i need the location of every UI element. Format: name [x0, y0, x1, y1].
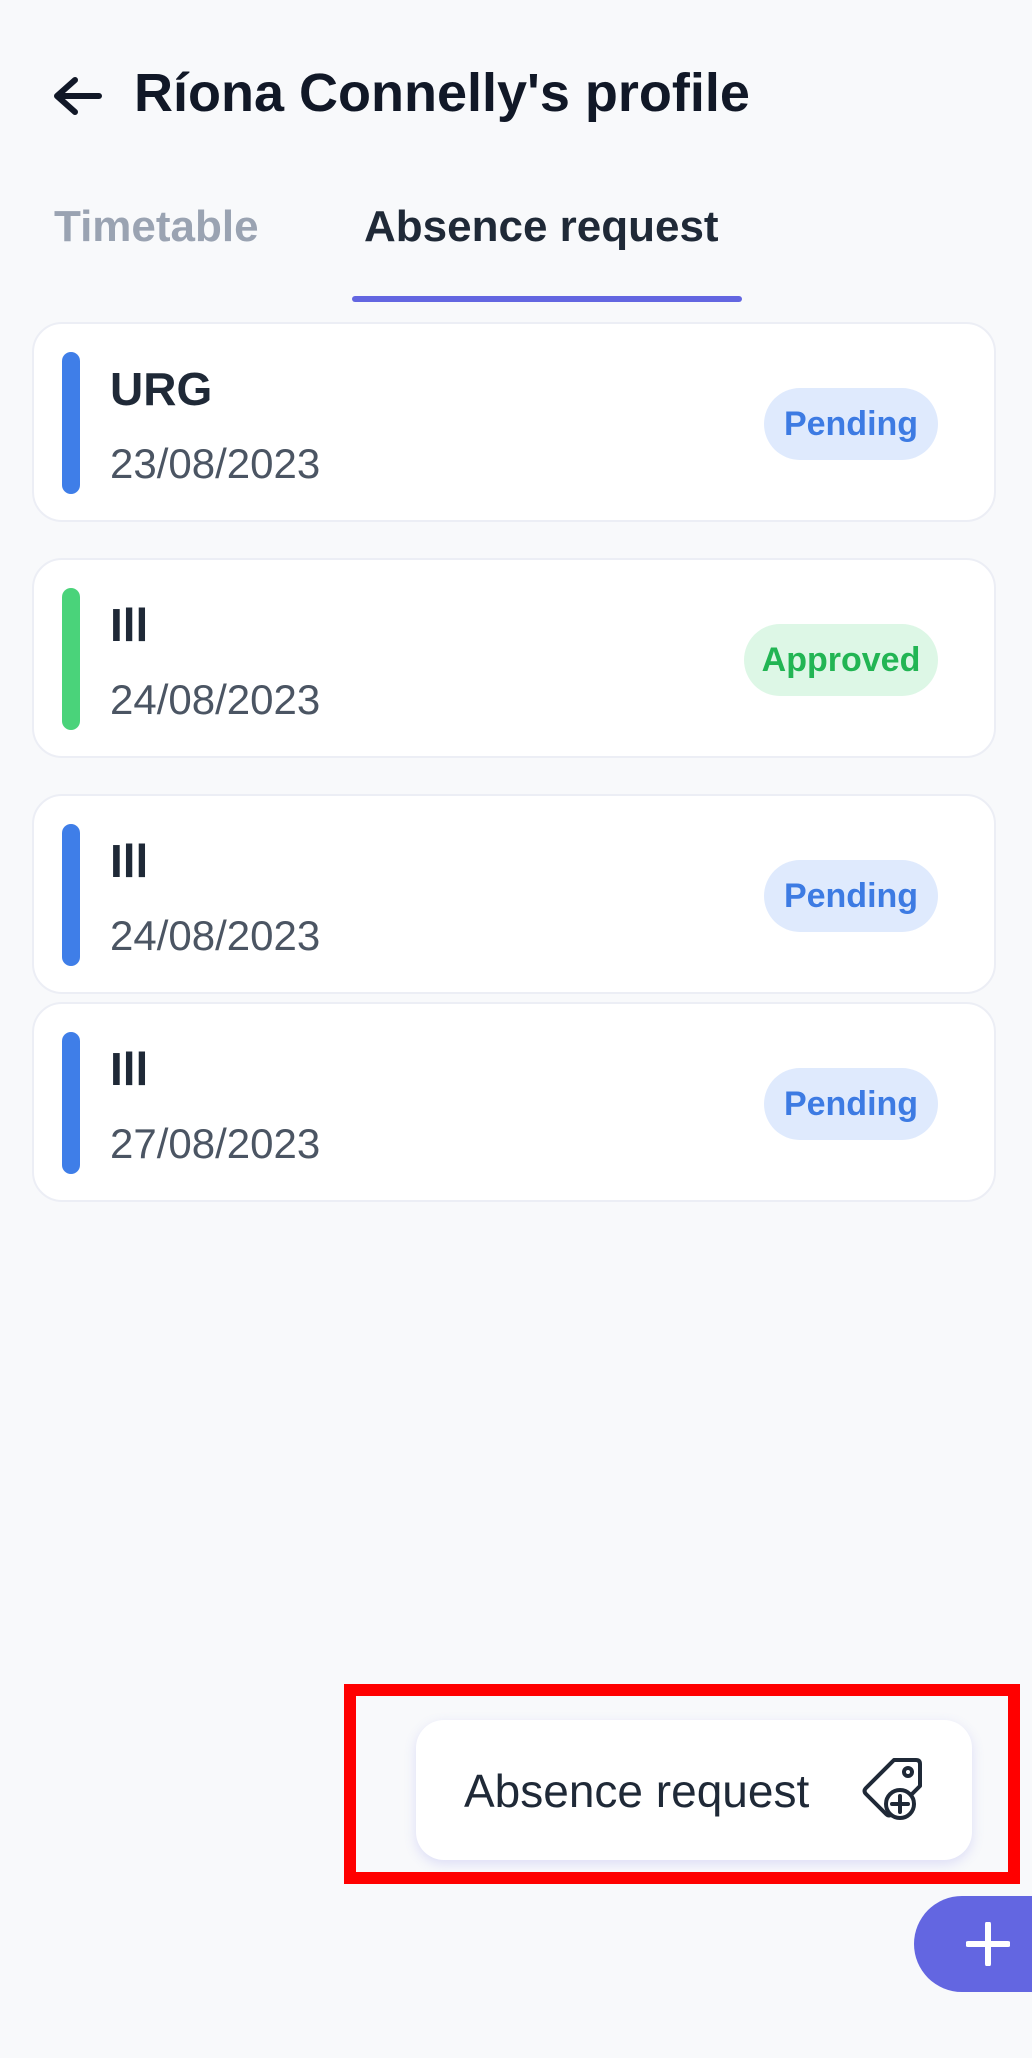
request-reason: Ill: [110, 835, 149, 887]
request-date: 24/08/2023: [110, 912, 321, 959]
absence-request-card[interactable]: Ill 24/08/2023 Approved: [32, 558, 996, 758]
absence-request-card[interactable]: URG 23/08/2023 Pending: [32, 322, 996, 522]
active-tab-indicator: [352, 296, 742, 302]
status-color-bar: [62, 824, 80, 966]
page-title: Ríona Connelly's profile: [134, 63, 750, 123]
plus-icon: [966, 1922, 1010, 1966]
absence-request-card[interactable]: Ill 27/08/2023 Pending: [32, 1002, 996, 1202]
arrow-left-icon: [54, 77, 102, 115]
request-reason: Ill: [110, 599, 149, 651]
status-badge: Approved: [744, 624, 938, 696]
request-reason: Ill: [110, 1043, 149, 1095]
request-date: 23/08/2023: [110, 440, 321, 487]
status-badge: Pending: [764, 388, 938, 460]
tab-timetable[interactable]: Timetable: [54, 202, 259, 252]
absence-request-action-button[interactable]: Absence request: [416, 1720, 972, 1860]
app-header: Ríona Connelly's profile: [0, 0, 1032, 200]
tag-plus-icon: [862, 1758, 922, 1820]
request-reason: URG: [110, 363, 213, 415]
status-color-bar: [62, 352, 80, 494]
status-color-bar: [62, 1032, 80, 1174]
request-date: 24/08/2023: [110, 676, 321, 723]
status-color-bar: [62, 588, 80, 730]
back-button[interactable]: [46, 68, 108, 124]
absence-request-action-label: Absence request: [464, 1765, 810, 1817]
absence-request-card[interactable]: Ill 24/08/2023 Pending: [32, 794, 996, 994]
tab-absence-request[interactable]: Absence request: [364, 202, 719, 252]
add-fab-button[interactable]: [914, 1896, 1032, 1992]
request-date: 27/08/2023: [110, 1120, 321, 1167]
status-badge: Pending: [764, 860, 938, 932]
status-badge: Pending: [764, 1068, 938, 1140]
tab-bar: Timetable Absence request: [0, 190, 1032, 302]
